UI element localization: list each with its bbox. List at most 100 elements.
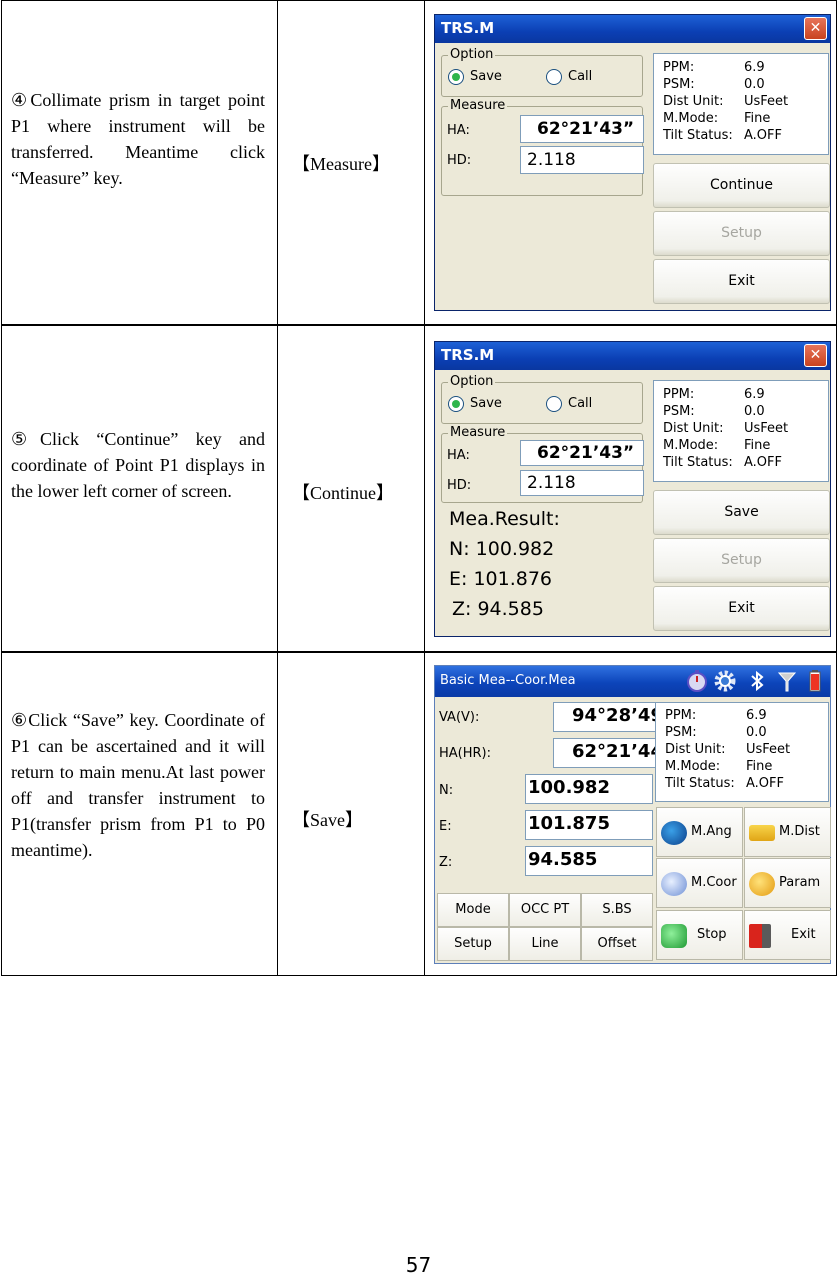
dist-unit-label: Dist Unit: xyxy=(665,742,726,757)
step-6-description: ⑥Click “Save” key. Coordinate of P1 can … xyxy=(11,710,265,860)
result-z: Z: 94.585 xyxy=(452,598,544,620)
tilt-status-value: A.OFF xyxy=(744,455,782,470)
bluetooth-icon[interactable] xyxy=(745,669,769,693)
option-label: Option xyxy=(448,47,496,62)
dialog-title-bar: TRS.M ✕ xyxy=(435,15,830,43)
tilt-status-value: A.OFF xyxy=(744,128,782,143)
va-value: 94°28’49” xyxy=(553,702,675,732)
call-radio-label: Call xyxy=(568,396,593,411)
m-coor-button[interactable]: M.Coor xyxy=(656,858,743,908)
dist-unit-label: Dist Unit: xyxy=(663,94,724,109)
info-panel: PPM: 6.9 PSM: 0.0 Dist Unit: UsFeet M.Mode:… xyxy=(655,702,829,802)
ppm-value: 6.9 xyxy=(746,708,767,723)
exit-button[interactable]: Exit xyxy=(653,259,830,304)
call-radio[interactable] xyxy=(546,69,562,85)
angle-icon xyxy=(661,821,687,845)
m-dist-label: M.Dist xyxy=(779,824,820,839)
stopwatch-icon[interactable] xyxy=(685,669,709,693)
coordinate-icon xyxy=(661,872,687,896)
offset-button[interactable]: Offset xyxy=(581,927,653,961)
call-radio-label: Call xyxy=(568,69,593,84)
exit-label: Exit xyxy=(791,927,816,942)
m-ang-button[interactable]: M.Ang xyxy=(656,807,743,857)
psm-value: 0.0 xyxy=(744,404,765,419)
z-label: Z: xyxy=(439,855,453,870)
step-4-key: 【Measure】 xyxy=(292,154,390,174)
stop-button[interactable]: Stop xyxy=(656,910,743,960)
m-ang-label: M.Ang xyxy=(691,824,732,839)
save-button[interactable]: Save xyxy=(653,490,830,535)
measure-label: Measure xyxy=(448,98,508,113)
mmode-label: M.Mode: xyxy=(663,111,719,126)
ha-value: 62°21’44” xyxy=(553,738,675,768)
exit-button[interactable]: Exit xyxy=(744,910,831,960)
mmode-value: Fine xyxy=(744,111,771,126)
ppm-value: 6.9 xyxy=(744,60,765,75)
psm-value: 0.0 xyxy=(744,77,765,92)
result-e: E: 101.876 xyxy=(449,568,553,590)
screen-title: Basic Mea--Coor.Mea xyxy=(440,673,576,688)
m-dist-button[interactable]: M.Dist xyxy=(744,807,831,857)
info-panel: PPM: 6.9 PSM: 0.0 Dist Unit: UsFeet M.Mode:… xyxy=(653,380,829,482)
line-button[interactable]: Line xyxy=(509,927,581,961)
call-radio[interactable] xyxy=(546,396,562,412)
hd-value: 2.118 xyxy=(520,146,644,174)
option-group: Option Save Call xyxy=(441,47,643,97)
dist-unit-value: UsFeet xyxy=(744,421,789,436)
close-button[interactable]: ✕ xyxy=(804,344,827,367)
ppm-label: PPM: xyxy=(665,708,697,723)
save-radio[interactable] xyxy=(448,69,464,85)
ha-value: 62°21’43” xyxy=(520,440,644,466)
battery-icon[interactable] xyxy=(803,669,827,693)
measure-group: Measure HA: 62°21’43” HD: 2.118 xyxy=(441,98,644,196)
ppm-value: 6.9 xyxy=(744,387,765,402)
distance-icon xyxy=(749,825,775,841)
dialog-title: TRS.M xyxy=(441,19,495,37)
dist-unit-value: UsFeet xyxy=(744,94,789,109)
param-gear-icon xyxy=(749,872,775,896)
save-radio-label: Save xyxy=(470,396,502,411)
tilt-status-value: A.OFF xyxy=(746,776,784,791)
result-title: Mea.Result: xyxy=(449,508,560,530)
dialog-title-bar: TRS.M ✕ xyxy=(435,342,830,370)
setup-button[interactable]: Setup xyxy=(653,538,830,583)
close-button[interactable]: ✕ xyxy=(804,17,827,40)
ha-label: HA: xyxy=(447,448,470,463)
occ-pt-button[interactable]: OCC PT xyxy=(509,893,581,927)
psm-value: 0.0 xyxy=(746,725,767,740)
measure-label: Measure xyxy=(448,425,508,440)
psm-label: PSM: xyxy=(665,725,697,740)
stop-label: Stop xyxy=(697,927,727,942)
signal-icon[interactable] xyxy=(775,669,799,693)
save-radio[interactable] xyxy=(448,396,464,412)
step-4-description: ④Collimate prism in target point P1 wher… xyxy=(11,90,265,188)
dist-unit-value: UsFeet xyxy=(746,742,791,757)
save-radio-label: Save xyxy=(470,69,502,84)
setup-button[interactable]: Setup xyxy=(653,211,830,256)
param-label: Param xyxy=(779,875,821,890)
mmode-label: M.Mode: xyxy=(663,438,719,453)
screen-title-bar: Basic Mea--Coor.Mea xyxy=(435,666,830,697)
mmode-value: Fine xyxy=(744,438,771,453)
param-button[interactable]: Param xyxy=(744,858,831,908)
exit-button[interactable]: Exit xyxy=(653,586,830,631)
dist-unit-label: Dist Unit: xyxy=(663,421,724,436)
gear-icon[interactable] xyxy=(713,669,737,693)
mode-button[interactable]: Mode xyxy=(437,893,509,927)
continue-button[interactable]: Continue xyxy=(653,163,830,208)
basic-mea-screen: Basic Mea--Coor.Mea VA(V): 94°28’49” HA(… xyxy=(434,665,831,964)
sbs-button[interactable]: S.BS xyxy=(581,893,653,927)
va-label: VA(V): xyxy=(439,710,480,725)
setup-button[interactable]: Setup xyxy=(437,927,509,961)
n-value: 100.982 xyxy=(525,774,653,804)
column-divider xyxy=(277,1,278,975)
column-divider xyxy=(424,1,425,975)
step-5-key: 【Continue】 xyxy=(292,483,394,503)
ha-value: 62°21’43” xyxy=(520,115,644,143)
tilt-status-label: Tilt Status: xyxy=(663,455,733,470)
tilt-status-label: Tilt Status: xyxy=(663,128,733,143)
function-key-grid: Mode OCC PT S.BS Setup Line Offset xyxy=(437,893,655,963)
page-number: 57 xyxy=(405,1253,432,1276)
hd-label: HD: xyxy=(447,153,472,168)
ppm-label: PPM: xyxy=(663,387,695,402)
